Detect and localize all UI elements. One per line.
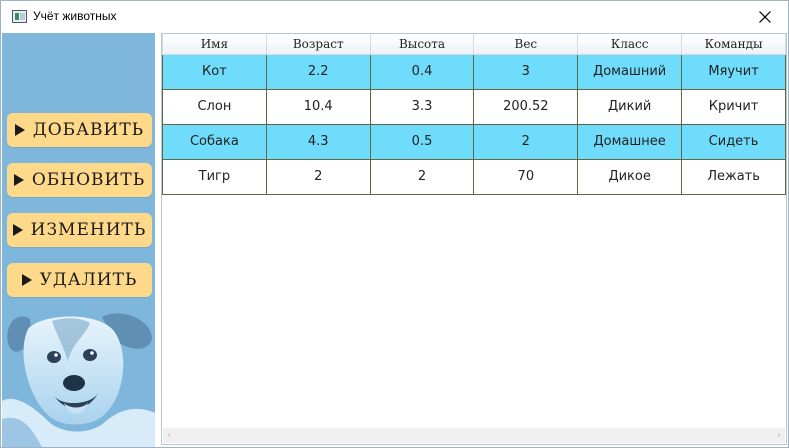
sidebar: ДОБАВИТЬ ОБНОВИТЬ ИЗМЕНИТЬ УДАЛИТЬ [2,33,155,447]
edit-button[interactable]: ИЗМЕНИТЬ [7,213,152,247]
window-title: Учёт животных [33,9,117,23]
column-header-commands[interactable]: Команды [681,34,786,55]
add-button[interactable]: ДОБАВИТЬ [7,113,152,147]
edit-button-label: ИЗМЕНИТЬ [30,220,147,240]
refresh-button-label: ОБНОВИТЬ [31,170,146,190]
add-button-label: ДОБАВИТЬ [32,120,145,140]
table-cell[interactable]: 10.4 [265,88,371,125]
title-bar: Учёт животных [1,1,788,33]
table-cell[interactable]: Лежать [681,158,786,195]
table-cell[interactable]: Дикий [577,88,683,125]
table-cell[interactable]: Сидеть [681,123,786,160]
table-cell[interactable]: 0.4 [369,53,475,90]
table-cell[interactable]: 70 [473,158,579,195]
table-cell[interactable]: 0.5 [369,123,475,160]
refresh-button[interactable]: ОБНОВИТЬ [7,163,152,197]
play-triangle-icon [13,174,24,186]
column-header-age[interactable]: Возраст [265,34,371,55]
table-cell[interactable]: 3.3 [369,88,475,125]
animals-table-panel: Имя Возраст Высота Вес Класс Команды Кот… [161,33,787,445]
table-cell[interactable]: Домашнее [577,123,683,160]
table-header-row: Имя Возраст Высота Вес Класс Команды [162,34,786,55]
scroll-right-icon[interactable]: › [777,430,781,441]
scroll-left-icon[interactable]: ‹ [167,430,171,441]
app-window-icon [12,10,27,23]
close-icon [759,10,771,23]
column-header-name[interactable]: Имя [162,34,267,55]
table-cell[interactable]: 200.52 [473,88,579,125]
main-window: Учёт животных ДОБАВИТЬ ОБНОВИТЬ ИЗМЕНИТЬ… [0,0,789,448]
table-row[interactable]: Слон 10.4 3.3 200.52 Дикий Кричит [162,88,786,125]
table-cell[interactable]: 4.3 [265,123,371,160]
table-cell[interactable]: Домашний [577,53,683,90]
table-row[interactable]: Собака 4.3 0.5 2 Домашнее Сидеть [162,123,786,160]
delete-button-label: УДАЛИТЬ [39,270,138,290]
table-row[interactable]: Кот 2.2 0.4 3 Домашний Мяучит [162,53,786,90]
table-cell[interactable]: 2 [265,158,371,195]
horizontal-scrollbar[interactable]: ‹ › [163,428,785,443]
delete-button[interactable]: УДАЛИТЬ [7,263,152,297]
table-cell[interactable]: Слон [162,88,267,125]
dog-photo [2,313,155,447]
column-header-class[interactable]: Класс [577,34,683,55]
table-cell[interactable]: 2 [369,158,475,195]
animals-table: Имя Возраст Высота Вес Класс Команды Кот… [162,34,786,195]
table-cell[interactable]: Кот [162,53,267,90]
table-cell[interactable]: 2.2 [265,53,371,90]
table-cell[interactable]: Дикое [577,158,683,195]
table-cell[interactable]: 2 [473,123,579,160]
table-cell[interactable]: 3 [473,53,579,90]
table-cell[interactable]: Тигр [162,158,267,195]
table-cell[interactable]: Кричит [681,88,786,125]
column-header-height[interactable]: Высота [369,34,475,55]
column-header-weight[interactable]: Вес [473,34,579,55]
close-button[interactable] [742,1,788,32]
play-triangle-icon [21,274,32,286]
table-cell[interactable]: Мяучит [681,53,786,90]
play-triangle-icon [14,124,25,136]
table-row[interactable]: Тигр 2 2 70 Дикое Лежать [162,158,786,195]
table-cell[interactable]: Собака [162,123,267,160]
play-triangle-icon [12,224,23,236]
